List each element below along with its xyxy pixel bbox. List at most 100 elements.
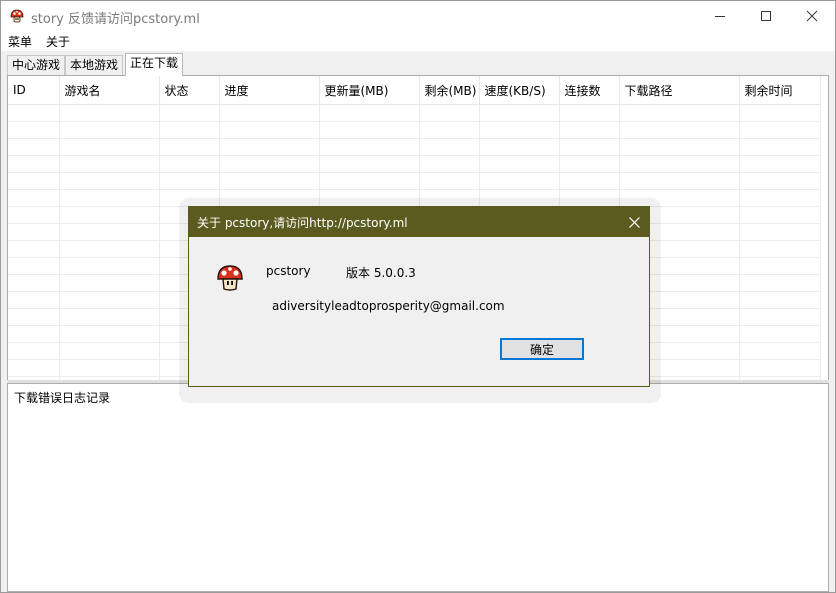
tab-local-games[interactable]: 本地游戏: [65, 55, 124, 75]
table-cell: [419, 155, 480, 173]
table-cell: [8, 172, 60, 190]
table-cell: [479, 138, 560, 156]
table-cell: [219, 121, 320, 139]
table-cell: [739, 325, 821, 343]
tab-downloading[interactable]: 正在下载: [125, 53, 184, 76]
column-header-remaining-mb[interactable]: 剩余(MB): [419, 76, 480, 105]
table-cell: [619, 155, 740, 173]
table-cell: [479, 172, 560, 190]
table-cell: [419, 104, 480, 122]
table-cell: [739, 138, 821, 156]
dialog-close-button[interactable]: [619, 207, 649, 237]
table-cell: [739, 155, 821, 173]
table-cell: [59, 155, 160, 173]
dialog-title: 关于 pcstory,请访问http://pcstory.ml: [197, 216, 408, 230]
table-cell: [619, 172, 740, 190]
table-cell: [739, 308, 821, 326]
table-cell: [8, 138, 60, 156]
table-cell: [59, 189, 160, 207]
table-cell: [59, 325, 160, 343]
menu-item-menu[interactable]: 菜单: [8, 33, 32, 50]
table-cell: [159, 172, 220, 190]
error-log-panel[interactable]: 下载错误日志记录: [7, 383, 829, 592]
table-row[interactable]: [8, 104, 821, 122]
minimize-button[interactable]: [697, 1, 743, 31]
table-cell: [419, 138, 480, 156]
column-header-connections[interactable]: 连接数: [559, 76, 620, 105]
table-cell: [8, 359, 60, 377]
app-name: pcstory: [266, 264, 311, 278]
table-cell: [319, 121, 420, 139]
table-cell: [319, 172, 420, 190]
column-header-id[interactable]: ID: [8, 76, 60, 105]
table-cell: [419, 172, 480, 190]
tab-center-games[interactable]: 中心游戏: [7, 55, 66, 75]
table-cell: [159, 138, 220, 156]
table-cell: [8, 206, 60, 224]
column-header-download-path[interactable]: 下载路径: [619, 76, 740, 105]
ok-button[interactable]: 确定: [500, 338, 584, 360]
table-cell: [619, 104, 740, 122]
table-cell: [619, 138, 740, 156]
table-cell: [739, 172, 821, 190]
table-cell: [739, 104, 821, 122]
table-cell: [8, 342, 60, 360]
table-cell: [559, 138, 620, 156]
table-row[interactable]: [8, 172, 821, 190]
table-cell: [8, 291, 60, 309]
column-header-progress[interactable]: 进度: [219, 76, 320, 105]
column-header-speed[interactable]: 速度(KB/S): [479, 76, 560, 105]
mushroom-icon: [217, 265, 243, 291]
maximize-button[interactable]: [743, 1, 789, 31]
table-cell: [319, 155, 420, 173]
table-cell: [739, 206, 821, 224]
column-header-game-name[interactable]: 游戏名: [59, 76, 160, 105]
minimize-icon: [715, 16, 725, 17]
window-title: story 反馈请访问pcstory.ml: [31, 12, 200, 27]
menu-item-about[interactable]: 关于: [46, 33, 70, 50]
table-cell: [59, 121, 160, 139]
table-cell: [8, 325, 60, 343]
table-cell: [739, 257, 821, 275]
table-row[interactable]: [8, 121, 821, 139]
table-cell: [739, 359, 821, 377]
table-cell: [739, 223, 821, 241]
table-cell: [159, 121, 220, 139]
table-cell: [219, 155, 320, 173]
table-cell: [59, 206, 160, 224]
column-header-status[interactable]: 状态: [159, 76, 220, 105]
table-row[interactable]: [8, 155, 821, 173]
table-cell: [559, 172, 620, 190]
table-cell: [8, 257, 60, 275]
table-cell: [159, 155, 220, 173]
error-log-label: 下载错误日志记录: [14, 391, 111, 405]
mushroom-icon: [10, 9, 24, 23]
table-cell: [159, 104, 220, 122]
table-cell: [59, 138, 160, 156]
table-cell: [8, 274, 60, 292]
table-cell: [559, 155, 620, 173]
column-header-update-size[interactable]: 更新量(MB): [319, 76, 420, 105]
table-cell: [8, 308, 60, 326]
column-header-remaining-time[interactable]: 剩余时间: [739, 76, 821, 105]
table-cell: [8, 223, 60, 241]
table-cell: [739, 291, 821, 309]
table-cell: [419, 121, 480, 139]
close-button[interactable]: [789, 1, 835, 31]
table-cell: [59, 308, 160, 326]
table-cell: [59, 223, 160, 241]
maximize-icon: [761, 11, 771, 21]
table-cell: [59, 172, 160, 190]
table-cell: [59, 104, 160, 122]
table-cell: [8, 155, 60, 173]
table-cell: [739, 121, 821, 139]
table-cell: [59, 240, 160, 258]
table-row[interactable]: [8, 138, 821, 156]
dialog-title-bar: 关于 pcstory,请访问http://pcstory.ml: [189, 207, 649, 237]
table-cell: [559, 121, 620, 139]
about-dialog: 关于 pcstory,请访问http://pcstory.ml pcstory …: [188, 206, 650, 387]
table-cell: [219, 172, 320, 190]
table-cell: [739, 274, 821, 292]
table-cell: [479, 104, 560, 122]
title-bar: story 反馈请访问pcstory.ml: [1, 1, 835, 31]
